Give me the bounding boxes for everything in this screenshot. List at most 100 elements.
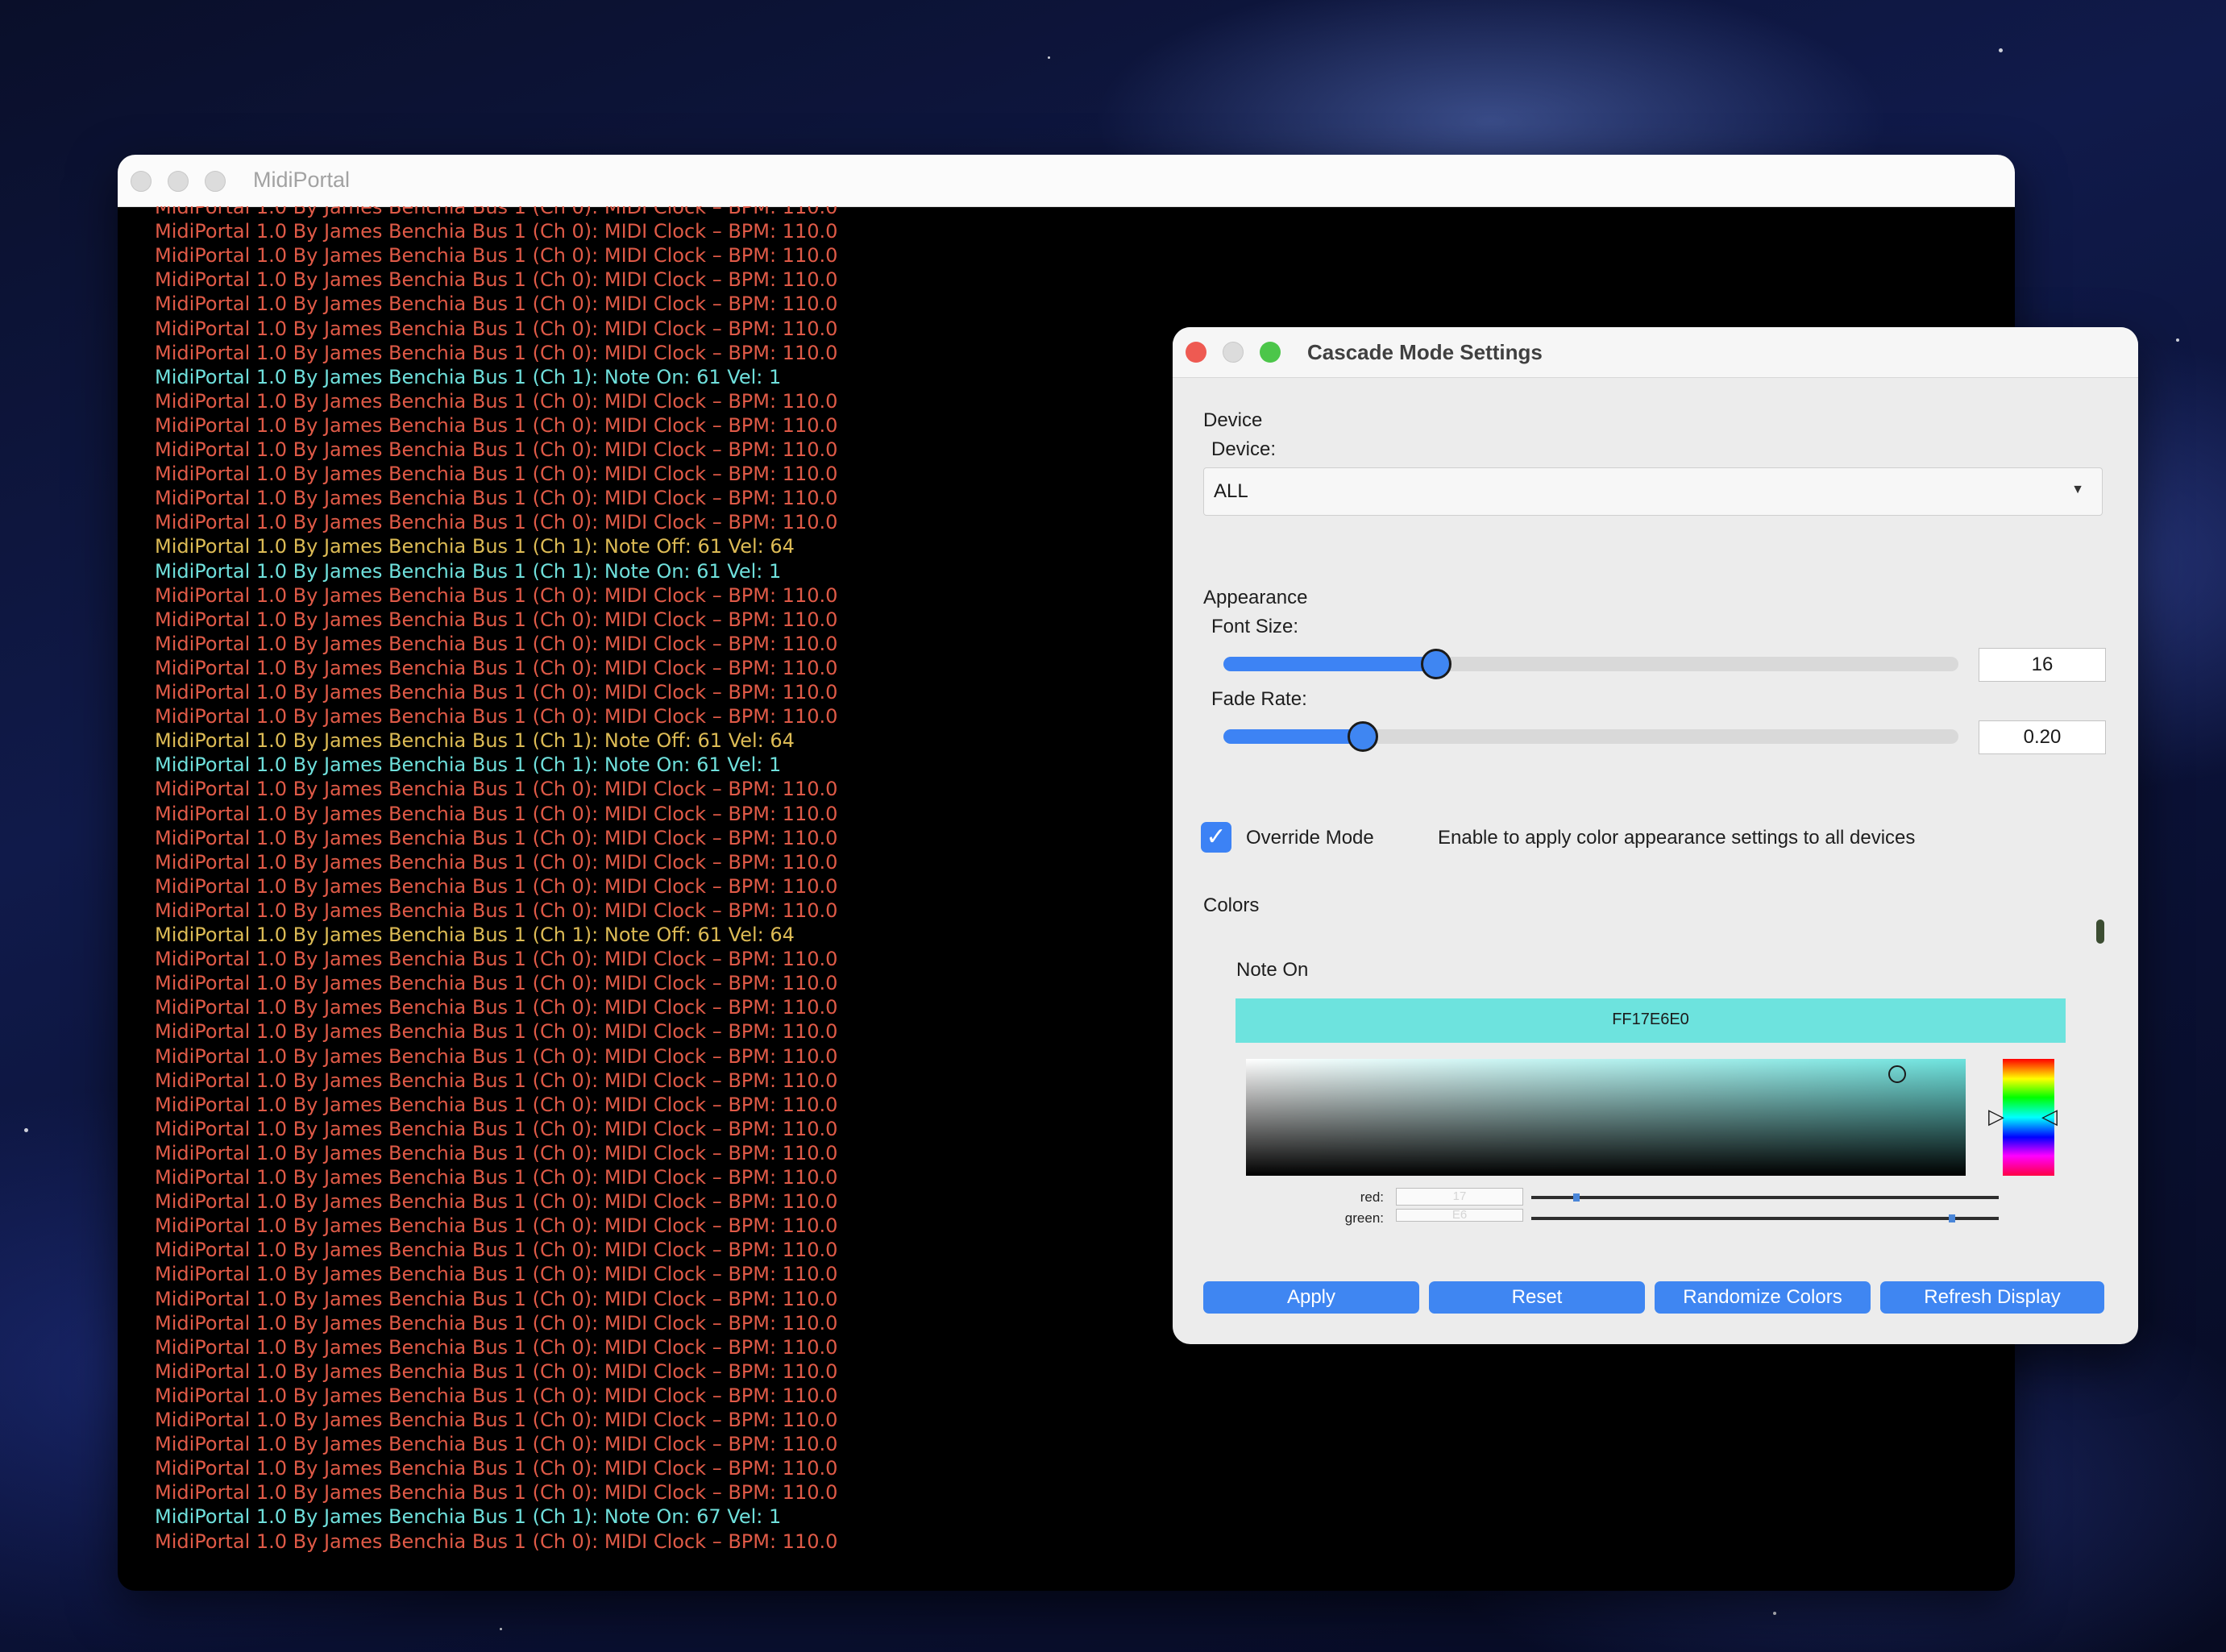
log-line: MidiPortal 1.0 By James Benchia Bus 1 (C… (155, 317, 838, 340)
main-titlebar[interactable]: MidiPortal (118, 155, 2015, 207)
log-line: MidiPortal 1.0 By James Benchia Bus 1 (C… (155, 1409, 838, 1431)
log-line: MidiPortal 1.0 By James Benchia Bus 1 (C… (155, 874, 838, 898)
log-line: MidiPortal 1.0 By James Benchia Bus 1 (C… (155, 487, 838, 510)
override-mode-label[interactable]: Override Mode (1246, 827, 1374, 849)
log-line: MidiPortal 1.0 By James Benchia Bus 1 (C… (155, 293, 838, 316)
color-preview-swatch: FF17E6E0 (1236, 998, 2066, 1043)
log-line: MidiPortal 1.0 By James Benchia Bus 1 (C… (155, 656, 838, 679)
close-button[interactable] (131, 171, 152, 192)
log-line: MidiPortal 1.0 By James Benchia Bus 1 (C… (155, 1311, 838, 1334)
dialog-titlebar[interactable]: Cascade Mode Settings (1173, 327, 2138, 378)
log-line: MidiPortal 1.0 By James Benchia Bus 1 (C… (155, 632, 838, 655)
log-line: MidiPortal 1.0 By James Benchia Bus 1 (C… (155, 268, 838, 292)
override-mode-checkbox[interactable]: ✓ (1201, 822, 1231, 853)
font-size-field[interactable]: 16 (1979, 648, 2106, 682)
log-line: MidiPortal 1.0 By James Benchia Bus 1 (C… (155, 1044, 838, 1068)
device-select-value: ALL (1214, 480, 1248, 502)
log-line: MidiPortal 1.0 By James Benchia Bus 1 (C… (155, 1239, 838, 1262)
green-slider[interactable] (1531, 1214, 1999, 1222)
zoom-button[interactable] (205, 171, 226, 192)
color-item-label: Note On (1236, 959, 1309, 981)
device-section-heading: Device (1203, 409, 1263, 431)
fade-rate-slider[interactable] (1223, 721, 1958, 752)
log-line: MidiPortal 1.0 By James Benchia Bus 1 (C… (155, 1166, 838, 1189)
close-button[interactable] (1186, 342, 1206, 363)
apply-button[interactable]: Apply (1203, 1281, 1419, 1314)
log-line: MidiPortal 1.0 By James Benchia Bus 1 (C… (155, 559, 782, 583)
log-line: MidiPortal 1.0 By James Benchia Bus 1 (C… (155, 802, 838, 825)
red-slider-knob[interactable] (1573, 1193, 1580, 1202)
fade-rate-field[interactable]: 0.20 (1979, 720, 2106, 754)
log-line: MidiPortal 1.0 By James Benchia Bus 1 (C… (155, 899, 838, 922)
log-line: MidiPortal 1.0 By James Benchia Bus 1 (C… (155, 924, 795, 946)
log-line: MidiPortal 1.0 By James Benchia Bus 1 (C… (155, 1505, 782, 1529)
minimize-button[interactable] (1223, 342, 1244, 363)
green-label: green: (1344, 1210, 1384, 1226)
log-line: MidiPortal 1.0 By James Benchia Bus 1 (C… (155, 1190, 838, 1214)
log-line: MidiPortal 1.0 By James Benchia Bus 1 (C… (155, 389, 838, 413)
log-line: MidiPortal 1.0 By James Benchia Bus 1 (C… (155, 1020, 838, 1044)
green-slider-knob[interactable] (1949, 1214, 1955, 1222)
override-mode-hint: Enable to apply color appearance setting… (1438, 827, 1916, 849)
log-line: MidiPortal 1.0 By James Benchia Bus 1 (C… (155, 1433, 838, 1456)
log-line: MidiPortal 1.0 By James Benchia Bus 1 (C… (155, 1530, 838, 1553)
log-line: MidiPortal 1.0 By James Benchia Bus 1 (C… (155, 1481, 838, 1505)
star (1773, 1612, 1776, 1615)
font-size-slider[interactable] (1223, 649, 1958, 679)
log-line: MidiPortal 1.0 By James Benchia Bus 1 (C… (155, 826, 838, 849)
log-line: MidiPortal 1.0 By James Benchia Bus 1 (C… (155, 206, 838, 218)
dialog-title: Cascade Mode Settings (1307, 340, 1543, 364)
refresh-display-button[interactable]: Refresh Display (1880, 1281, 2104, 1314)
device-label: Device: (1211, 438, 1277, 460)
log-line: MidiPortal 1.0 By James Benchia Bus 1 (C… (155, 244, 838, 268)
star (500, 1628, 502, 1630)
red-field[interactable]: 17 (1396, 1188, 1523, 1206)
randomize-colors-button[interactable]: Randomize Colors (1655, 1281, 1871, 1314)
color-picker-cursor[interactable] (1888, 1065, 1906, 1083)
window-title: MidiPortal (253, 168, 351, 192)
chevron-down-icon: ▼ (2071, 483, 2084, 496)
font-size-slider-fill (1223, 657, 1437, 671)
log-line: MidiPortal 1.0 By James Benchia Bus 1 (C… (155, 1069, 838, 1092)
fade-rate-slider-thumb[interactable] (1348, 721, 1379, 752)
log-line: MidiPortal 1.0 By James Benchia Bus 1 (C… (155, 996, 838, 1019)
appearance-section-heading: Appearance (1203, 587, 1308, 608)
log-line: MidiPortal 1.0 By James Benchia Bus 1 (C… (155, 972, 838, 995)
log-line: MidiPortal 1.0 By James Benchia Bus 1 (C… (155, 1457, 838, 1480)
star (24, 1128, 28, 1132)
log-line: MidiPortal 1.0 By James Benchia Bus 1 (C… (155, 535, 795, 558)
reset-button[interactable]: Reset (1429, 1281, 1645, 1314)
zoom-button[interactable] (1260, 342, 1281, 363)
minimize-button[interactable] (168, 171, 189, 192)
log-line: MidiPortal 1.0 By James Benchia Bus 1 (C… (155, 220, 838, 243)
log-line: MidiPortal 1.0 By James Benchia Bus 1 (C… (155, 1359, 838, 1383)
log-line: MidiPortal 1.0 By James Benchia Bus 1 (C… (155, 438, 838, 461)
log-line: MidiPortal 1.0 By James Benchia Bus 1 (C… (155, 778, 838, 801)
hue-right-arrow-icon[interactable]: ◁ (2041, 1104, 2058, 1129)
log-line: MidiPortal 1.0 By James Benchia Bus 1 (C… (155, 583, 838, 607)
fade-rate-slider-fill (1223, 729, 1364, 744)
star (1999, 48, 2003, 52)
log-line: MidiPortal 1.0 By James Benchia Bus 1 (C… (155, 1214, 838, 1238)
log-line: MidiPortal 1.0 By James Benchia Bus 1 (C… (155, 1335, 838, 1359)
log-line: MidiPortal 1.0 By James Benchia Bus 1 (C… (155, 850, 838, 874)
log-line: MidiPortal 1.0 By James Benchia Bus 1 (C… (155, 753, 782, 777)
log-line: MidiPortal 1.0 By James Benchia Bus 1 (C… (155, 341, 838, 364)
device-select[interactable]: ALL ▼ (1203, 467, 2103, 516)
log-line: MidiPortal 1.0 By James Benchia Bus 1 (C… (155, 413, 838, 437)
log-line: MidiPortal 1.0 By James Benchia Bus 1 (C… (155, 511, 838, 534)
log-line: MidiPortal 1.0 By James Benchia Bus 1 (C… (155, 365, 782, 388)
colors-scrollbar[interactable] (2096, 919, 2104, 944)
log-line: MidiPortal 1.0 By James Benchia Bus 1 (C… (155, 463, 838, 486)
color-hex-value: FF17E6E0 (1612, 1011, 1689, 1028)
cascade-settings-dialog: Cascade Mode Settings Device Device: ALL… (1173, 327, 2138, 1344)
red-slider[interactable] (1531, 1193, 1999, 1202)
checkmark-icon: ✓ (1206, 824, 1227, 850)
font-size-slider-thumb[interactable] (1421, 649, 1452, 679)
hue-left-arrow-icon[interactable]: ▷ (1988, 1104, 2004, 1129)
red-label: red: (1360, 1189, 1384, 1205)
log-line: MidiPortal 1.0 By James Benchia Bus 1 (C… (155, 1141, 838, 1164)
saturation-value-picker[interactable] (1246, 1059, 1966, 1176)
log-line: MidiPortal 1.0 By James Benchia Bus 1 (C… (155, 705, 838, 728)
green-field[interactable]: E6 (1396, 1209, 1523, 1222)
